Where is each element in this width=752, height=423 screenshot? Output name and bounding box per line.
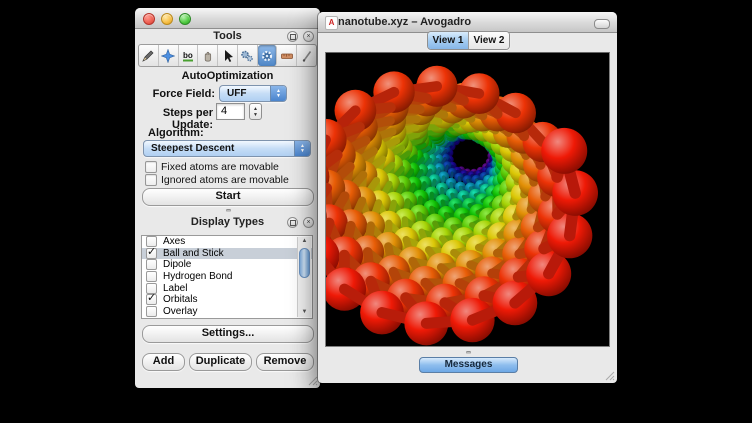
resize-grip-icon[interactable] bbox=[308, 376, 318, 386]
scroll-down-icon[interactable]: ▼ bbox=[298, 308, 311, 317]
float-icon bbox=[290, 220, 296, 226]
dock-close-button[interactable]: × bbox=[303, 217, 314, 228]
item-checkbox[interactable] bbox=[146, 306, 157, 317]
start-button[interactable]: Start bbox=[142, 188, 314, 206]
display-types-list: Axes ✓ Ball and Stick Dipole Hydrogen Bo… bbox=[141, 235, 313, 319]
tools-palette-titlebar[interactable] bbox=[135, 8, 320, 29]
list-item-orbitals[interactable]: ✓ Orbitals bbox=[142, 294, 312, 306]
splitter-handle[interactable] bbox=[226, 209, 231, 212]
list-item-hydrogen-bond[interactable]: Hydrogen Bond bbox=[142, 271, 312, 283]
list-item-label[interactable]: Label bbox=[142, 282, 312, 294]
nanotube-render bbox=[326, 53, 609, 346]
float-icon bbox=[290, 34, 296, 40]
scroll-up-icon[interactable]: ▲ bbox=[298, 237, 311, 246]
resize-grip-icon[interactable] bbox=[605, 371, 615, 381]
dock-float-button[interactable] bbox=[287, 31, 298, 42]
item-checkbox[interactable]: ✓ bbox=[146, 294, 157, 305]
dock-close-button[interactable]: × bbox=[303, 31, 314, 42]
list-item-overlay[interactable]: Overlay bbox=[142, 306, 312, 318]
list-item-ball-and-stick[interactable]: ✓ Ball and Stick bbox=[142, 248, 312, 260]
algorithm-popup[interactable]: Steepest Descent ▲▼ bbox=[143, 140, 311, 157]
popup-arrows-icon: ▲▼ bbox=[294, 141, 310, 156]
remove-button[interactable]: Remove bbox=[256, 353, 314, 371]
fixed-atoms-label: Fixed atoms are movable bbox=[161, 161, 279, 173]
algorithm-value: Steepest Descent bbox=[144, 143, 294, 154]
auto-optimization-title: AutoOptimization bbox=[135, 70, 320, 82]
tool-align-button[interactable] bbox=[297, 45, 316, 66]
item-checkbox[interactable] bbox=[146, 271, 157, 282]
tool-auto-rotate-button[interactable] bbox=[238, 45, 258, 66]
main-window-titlebar[interactable]: A nanotube.xyz – Avogadro bbox=[318, 12, 617, 33]
display-types-header: Display Types × bbox=[135, 215, 320, 230]
list-item-axes[interactable]: Axes bbox=[142, 236, 312, 248]
cursor-arrow-icon bbox=[221, 49, 235, 63]
fixed-atoms-checkbox[interactable] bbox=[145, 161, 157, 173]
stepper-down-icon: ▼ bbox=[253, 112, 258, 118]
duplicate-button[interactable]: Duplicate bbox=[189, 353, 252, 371]
tool-auto-optimize-button[interactable] bbox=[258, 45, 278, 66]
tools-dock-header: Tools × bbox=[135, 29, 320, 44]
tool-manipulate-button[interactable] bbox=[198, 45, 218, 66]
force-field-label: Force Field: bbox=[135, 88, 215, 100]
molecule-viewport[interactable] bbox=[325, 52, 610, 347]
minimize-traffic-light-button[interactable] bbox=[161, 13, 173, 25]
window-title: nanotube.xyz – Avogadro bbox=[338, 12, 471, 32]
view-tabs: View 1 View 2 bbox=[427, 31, 510, 50]
tab-view-2[interactable]: View 2 bbox=[468, 32, 509, 49]
bond-order-icon: bo bbox=[181, 49, 195, 63]
dock-float-button[interactable] bbox=[287, 217, 298, 228]
pencil-icon bbox=[141, 49, 155, 63]
item-checkbox[interactable] bbox=[146, 259, 157, 270]
tab-view-1[interactable]: View 1 bbox=[428, 32, 468, 49]
tools-palette-window: Tools × bo bbox=[135, 8, 320, 388]
settings-button[interactable]: Settings... bbox=[142, 325, 314, 343]
close-traffic-light-button[interactable] bbox=[143, 13, 155, 25]
navigate-star-icon bbox=[161, 49, 175, 63]
ruler-icon bbox=[280, 49, 294, 63]
zoom-traffic-light-button[interactable] bbox=[179, 13, 191, 25]
tool-selector-toolbar: bo bbox=[138, 44, 317, 67]
gear-icon bbox=[260, 49, 274, 63]
messages-button[interactable]: Messages bbox=[419, 357, 518, 373]
steps-stepper[interactable]: ▲ ▼ bbox=[249, 103, 262, 120]
force-field-popup[interactable]: UFF ▲▼ bbox=[219, 85, 287, 102]
screenshot-stage: Tools × bo bbox=[0, 0, 752, 423]
tool-navigate-button[interactable] bbox=[159, 45, 179, 66]
tool-measure-button[interactable] bbox=[277, 45, 297, 66]
popup-arrows-icon: ▲▼ bbox=[270, 86, 286, 101]
align-slash-icon bbox=[300, 49, 314, 63]
close-icon: × bbox=[306, 33, 310, 40]
document-icon: A bbox=[325, 16, 338, 30]
gears-icon bbox=[240, 49, 254, 63]
ignored-atoms-label: Ignored atoms are movable bbox=[161, 174, 289, 186]
algorithm-label: Algorithm: bbox=[148, 127, 204, 139]
list-scrollbar[interactable]: ▲ ▼ bbox=[297, 237, 311, 317]
hand-icon bbox=[201, 49, 215, 63]
main-window: A nanotube.xyz – Avogadro View 1 View 2 … bbox=[318, 12, 617, 383]
scrollbar-thumb[interactable] bbox=[299, 248, 310, 278]
tool-select-button[interactable] bbox=[218, 45, 238, 66]
ignored-atoms-checkbox[interactable] bbox=[145, 174, 157, 186]
svg-text:bo: bo bbox=[183, 51, 193, 60]
force-field-value: UFF bbox=[220, 88, 270, 99]
add-button[interactable]: Add bbox=[142, 353, 185, 371]
splitter-handle[interactable] bbox=[466, 351, 471, 354]
close-icon: × bbox=[306, 219, 310, 226]
toolbar-toggle-button[interactable] bbox=[594, 19, 610, 29]
tool-bond-centric-button[interactable]: bo bbox=[179, 45, 199, 66]
steps-per-update-field[interactable]: 4 bbox=[216, 103, 245, 120]
item-checkbox[interactable]: ✓ bbox=[146, 248, 157, 259]
list-item-dipole[interactable]: Dipole bbox=[142, 259, 312, 271]
tool-draw-button[interactable] bbox=[139, 45, 159, 66]
